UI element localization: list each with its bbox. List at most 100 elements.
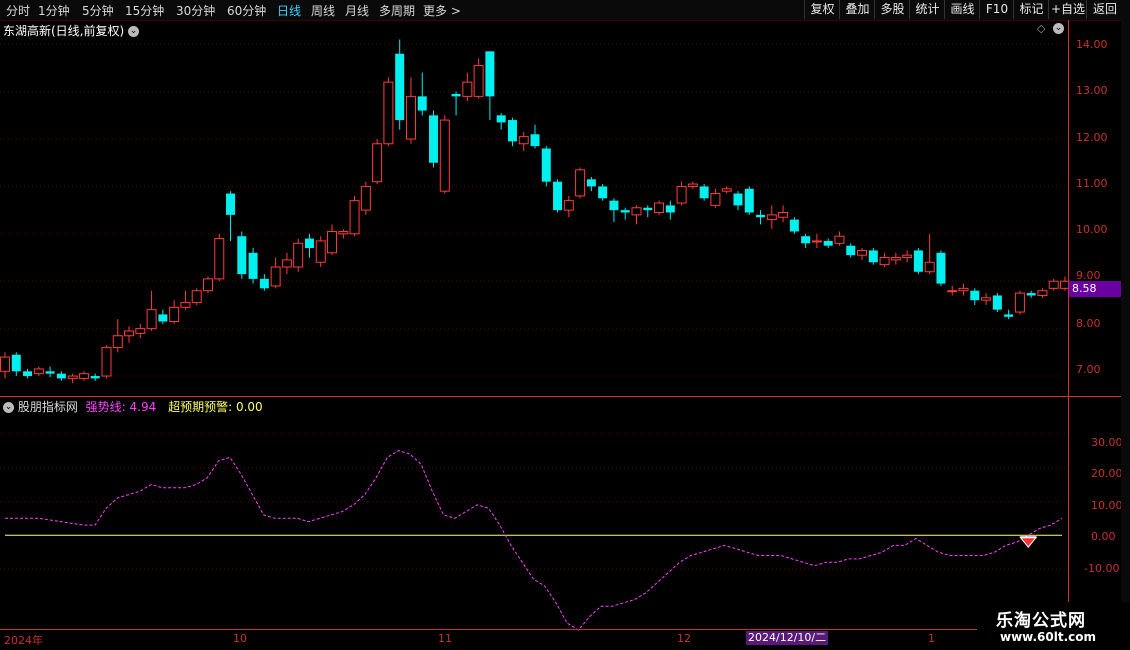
draw-line-button[interactable]: 画线 <box>944 0 980 19</box>
stats-button[interactable]: 统计 <box>909 0 945 19</box>
candle-body <box>112 335 123 349</box>
candle-body <box>631 207 642 216</box>
candle-body <box>45 371 55 374</box>
chevron-down-icon[interactable]: ⌄ <box>3 402 14 413</box>
price-tick: 11.00 <box>1076 177 1108 190</box>
chart-canvas[interactable] <box>0 20 1130 650</box>
candle <box>33 366 44 377</box>
cursor-date-label: 2024/12/10/二 <box>746 631 828 645</box>
candle <box>631 205 642 225</box>
candle-body <box>293 242 304 268</box>
strong-line-label: 强势线: <box>85 400 126 414</box>
candle-body <box>78 373 89 379</box>
tab-monthly[interactable]: 月线 <box>345 2 369 19</box>
candle <box>541 146 551 187</box>
stock-title-text: 东湖高新(日线,前复权) <box>3 24 125 38</box>
candle <box>158 309 168 324</box>
back-button[interactable]: 返回 <box>1086 0 1123 19</box>
candle <box>496 112 506 130</box>
candle <box>913 248 923 275</box>
indicator-tick: 10.00 <box>1091 499 1123 512</box>
time-tick: 10 <box>233 632 247 645</box>
stock-title[interactable]: 东湖高新(日线,前复权) ⌄ <box>3 22 140 39</box>
chevron-right-icon: > <box>447 4 461 18</box>
candle-body <box>439 119 450 192</box>
tab-15min[interactable]: 15分钟 <box>125 2 164 19</box>
tab-60min[interactable]: 60分钟 <box>227 2 266 19</box>
candle-body <box>778 212 789 218</box>
tab-weekly[interactable]: 周线 <box>311 2 335 19</box>
candle-body <box>744 188 754 213</box>
candle-body <box>383 81 394 145</box>
candle <box>372 139 383 185</box>
mark-button[interactable]: 标记 <box>1013 0 1049 19</box>
tab-fenshi[interactable]: 分时 <box>6 2 30 19</box>
candle <box>687 181 698 189</box>
candle-body <box>1014 292 1025 313</box>
candle-body <box>124 330 135 337</box>
indicator-tick: -10.00 <box>1084 562 1120 575</box>
side-panel-strip[interactable] <box>1121 20 1130 630</box>
candle-body <box>23 371 33 377</box>
candle-body <box>981 297 992 301</box>
multi-stock-button[interactable]: 多股 <box>874 0 910 19</box>
candle-body <box>0 356 10 372</box>
candle-body <box>789 219 799 232</box>
indicator-name[interactable]: 股朋指标网 <box>18 400 78 414</box>
candle-body <box>304 238 314 249</box>
strong-line <box>5 450 1063 631</box>
candle-body <box>654 202 665 214</box>
candle-body <box>721 188 732 192</box>
candle-body <box>11 354 21 372</box>
candle <box>823 238 833 249</box>
watermark-url: www.60lt.com <box>1000 630 1097 644</box>
tab-multi-period[interactable]: 多周期 <box>379 2 415 19</box>
collapse-chevron-icon[interactable]: ⌄ <box>1053 21 1064 35</box>
candle <box>259 274 269 291</box>
candle <box>665 200 675 220</box>
candle-body <box>158 314 168 322</box>
price-tick: 12.00 <box>1076 131 1108 144</box>
tab-30min[interactable]: 30分钟 <box>176 2 215 19</box>
chevron-down-icon[interactable]: ⌄ <box>128 26 140 37</box>
tab-5min[interactable]: 5分钟 <box>82 2 114 19</box>
candle-body <box>970 290 980 301</box>
candle-body <box>327 230 338 254</box>
candle-body <box>485 51 495 97</box>
candle <box>349 195 360 237</box>
overlay-button[interactable]: 叠加 <box>839 0 875 19</box>
candle-body <box>598 186 608 199</box>
chart-frame <box>0 20 1122 650</box>
candle <box>710 188 721 208</box>
candle-body <box>214 238 225 280</box>
candle <box>1004 309 1014 320</box>
gem-warning-icon <box>1019 536 1038 549</box>
candle-body <box>473 65 484 97</box>
candle-body <box>349 200 360 235</box>
candle <box>958 283 969 296</box>
candle-body <box>902 254 913 259</box>
candle-body <box>395 53 405 121</box>
watermark-title: 乐淘公式网 <box>996 611 1086 631</box>
candle <box>586 176 596 192</box>
tab-1min[interactable]: 1分钟 <box>38 2 70 19</box>
adjust-button[interactable]: 复权 <box>804 0 840 19</box>
candle-body <box>665 205 675 213</box>
candle-body <box>823 240 833 246</box>
candle-body <box>202 278 213 292</box>
f10-button[interactable]: F10 <box>979 0 1014 19</box>
candle <box>902 250 913 263</box>
candle <box>1026 290 1036 298</box>
price-tick: 7.00 <box>1076 363 1101 376</box>
candle-body <box>146 309 157 330</box>
add-watchlist-button[interactable]: +自选 <box>1048 0 1087 19</box>
diamond-icon[interactable]: ◇ <box>1037 22 1045 35</box>
candle-body <box>417 96 427 111</box>
time-tick: 1 <box>928 632 935 645</box>
candle <box>180 290 191 310</box>
tab-daily[interactable]: 日线 <box>277 2 301 19</box>
candle <box>101 345 112 379</box>
tab-more[interactable]: 更多 > <box>423 2 461 19</box>
candle <box>992 293 1002 313</box>
candle <box>112 319 123 353</box>
